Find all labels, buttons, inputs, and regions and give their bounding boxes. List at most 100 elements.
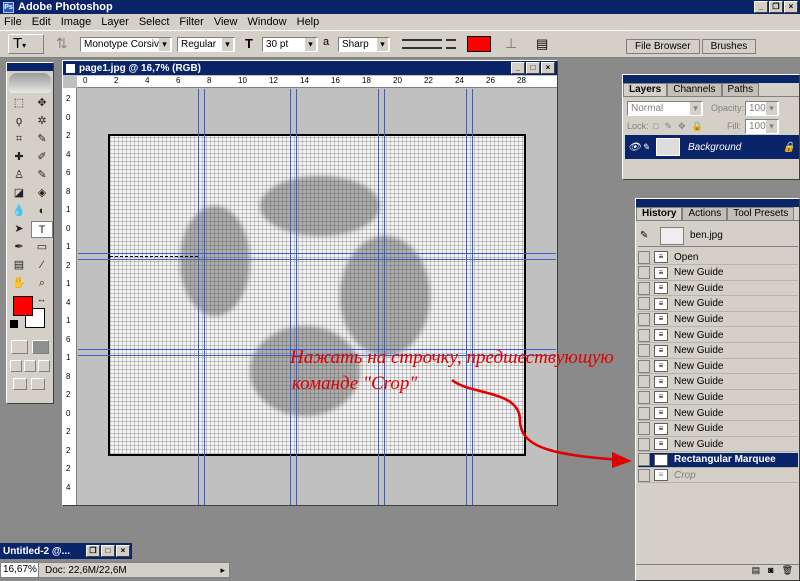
history-brush-source-icon[interactable]: ✎	[640, 230, 654, 241]
eraser-tool-icon[interactable]: ◪	[8, 185, 30, 202]
history-state[interactable]: ≡ New Guide	[638, 312, 798, 328]
clone-stamp-tool-icon[interactable]: ♙	[8, 167, 30, 184]
lock-all-icon[interactable]: 🔒	[692, 121, 703, 132]
history-brush-source-icon[interactable]	[638, 422, 650, 436]
guide-vertical[interactable]	[384, 89, 385, 505]
ruler-vertical[interactable]: 2024681012141618202224	[63, 88, 77, 505]
guide-horizontal[interactable]	[78, 253, 556, 254]
history-state[interactable]: ≡ Rectangular Marquee	[638, 452, 798, 468]
healing-brush-tool-icon[interactable]: ✚	[8, 149, 30, 166]
lock-transparent-icon[interactable]: □	[653, 121, 658, 132]
align-buttons[interactable]	[402, 39, 442, 49]
zoom-tool-icon[interactable]: ⌕	[31, 275, 53, 292]
history-state[interactable]: ≡ New Guide	[638, 297, 798, 312]
default-colors-icon[interactable]	[10, 320, 18, 328]
type-tool-preset-picker[interactable]: T▾	[8, 34, 44, 54]
min-doc-maximize-button[interactable]: □	[101, 545, 115, 557]
magic-wand-tool-icon[interactable]: ✲	[31, 113, 53, 130]
font-family-select[interactable]: Monotype Corsiva	[80, 37, 172, 52]
menu-edit[interactable]: Edit	[32, 16, 51, 28]
guide-horizontal[interactable]	[78, 259, 556, 260]
text-color-swatch[interactable]	[467, 36, 491, 52]
history-brush-source-icon[interactable]	[638, 250, 650, 264]
menu-window[interactable]: Window	[248, 16, 287, 28]
history-state[interactable]: ≡ New Guide	[638, 437, 798, 453]
opacity-field[interactable]: 100%	[745, 101, 779, 116]
foreground-color-swatch[interactable]	[13, 296, 33, 316]
layer-row-background[interactable]: 👁 ✎ Background 🔒	[625, 135, 799, 159]
history-state[interactable]: ≡ New Guide	[638, 375, 798, 390]
history-state[interactable]: ≡ New Guide	[638, 266, 798, 281]
tab-layers[interactable]: Layers	[623, 83, 668, 96]
crop-tool-icon[interactable]: ⌗	[8, 131, 30, 148]
full-screen-menu-mode-icon[interactable]	[24, 360, 36, 372]
minimized-document-window[interactable]: Untitled-2 @... ❐ □ ×	[0, 543, 132, 559]
hand-tool-icon[interactable]: ✋	[8, 275, 30, 292]
slice-tool-icon[interactable]: ✎	[31, 131, 53, 148]
doc-minimize-button[interactable]: _	[511, 62, 525, 74]
type-tool-icon[interactable]: T	[31, 221, 53, 238]
menu-image[interactable]: Image	[61, 16, 92, 28]
palette-header[interactable]	[636, 199, 799, 207]
history-state[interactable]: ≡ New Guide	[638, 422, 798, 437]
history-snapshot[interactable]: ✎ ben.jpg	[638, 225, 798, 247]
status-menu-arrow-icon[interactable]: ▸	[220, 565, 225, 576]
notes-tool-icon[interactable]: ▤	[8, 257, 30, 274]
align-right-icon[interactable]	[446, 39, 456, 49]
min-doc-close-button[interactable]: ×	[116, 545, 130, 557]
palettes-toggle-icon[interactable]: ▤	[536, 36, 548, 52]
history-state[interactable]: ≡ New Guide	[638, 390, 798, 406]
brush-tool-icon[interactable]: ✐	[31, 149, 53, 166]
tab-paths[interactable]: Paths	[721, 83, 760, 96]
antialias-select[interactable]: Sharp	[338, 37, 390, 52]
document-image[interactable]	[108, 134, 526, 456]
close-button[interactable]: ×	[784, 1, 798, 13]
eye-icon[interactable]: 👁	[628, 142, 642, 153]
menu-help[interactable]: Help	[297, 16, 320, 28]
doc-maximize-button[interactable]: □	[526, 62, 540, 74]
menu-filter[interactable]: Filter	[179, 16, 203, 28]
jump-to-imageready-icon[interactable]	[13, 378, 27, 390]
guide-vertical[interactable]	[290, 89, 291, 505]
zoom-field[interactable]: 16,67%	[1, 563, 39, 577]
menu-layer[interactable]: Layer	[101, 16, 129, 28]
pen-tool-icon[interactable]: ✒	[8, 239, 30, 256]
min-doc-restore-button[interactable]: ❐	[86, 545, 100, 557]
history-brush-source-icon[interactable]	[638, 406, 650, 420]
guide-vertical[interactable]	[198, 89, 199, 505]
tab-history[interactable]: History	[636, 207, 683, 220]
brushes-tab[interactable]: Brushes	[701, 39, 757, 54]
guide-vertical[interactable]	[472, 89, 473, 505]
history-state[interactable]: ≡ New Guide	[638, 328, 798, 343]
jump-to-app-icon[interactable]	[31, 378, 45, 390]
guide-vertical[interactable]	[296, 89, 297, 505]
dodge-tool-icon[interactable]: ◐	[31, 203, 53, 220]
blend-mode-select[interactable]: Normal	[627, 101, 703, 116]
guide-vertical[interactable]	[466, 89, 467, 505]
palette-header[interactable]	[623, 75, 799, 83]
move-tool-icon[interactable]: ✥	[31, 95, 53, 112]
history-state[interactable]: ≡ New Guide	[638, 281, 798, 297]
brush-link-icon[interactable]: ✎	[642, 142, 656, 153]
menu-file[interactable]: File	[4, 16, 22, 28]
marquee-tool-icon[interactable]: ⬚	[8, 95, 30, 112]
history-brush-source-icon[interactable]	[638, 328, 650, 342]
warp-text-icon[interactable]: ⊥	[505, 35, 517, 52]
file-browser-tab[interactable]: File Browser	[626, 39, 700, 54]
lock-image-icon[interactable]: ✎	[664, 121, 672, 132]
history-brush-tool-icon[interactable]: ✎	[31, 167, 53, 184]
lock-position-icon[interactable]: ✥	[678, 121, 686, 132]
history-brush-source-icon[interactable]	[638, 281, 650, 295]
path-selection-tool-icon[interactable]: ➤	[8, 221, 30, 238]
tab-actions[interactable]: Actions	[682, 207, 728, 220]
history-brush-source-icon[interactable]	[638, 453, 650, 467]
history-state[interactable]: ≡ New Guide	[638, 344, 798, 359]
history-state[interactable]: ≡ New Guide	[638, 359, 798, 375]
fill-field[interactable]: 100%	[745, 119, 779, 134]
paint-bucket-tool-icon[interactable]: ◈	[31, 185, 53, 202]
tab-tool-presets[interactable]: Tool Presets	[727, 207, 795, 220]
history-state[interactable]: ≡ New Guide	[638, 406, 798, 421]
history-brush-source-icon[interactable]	[638, 266, 650, 280]
history-brush-source-icon[interactable]	[638, 297, 650, 311]
restore-button[interactable]: ❐	[769, 1, 783, 13]
